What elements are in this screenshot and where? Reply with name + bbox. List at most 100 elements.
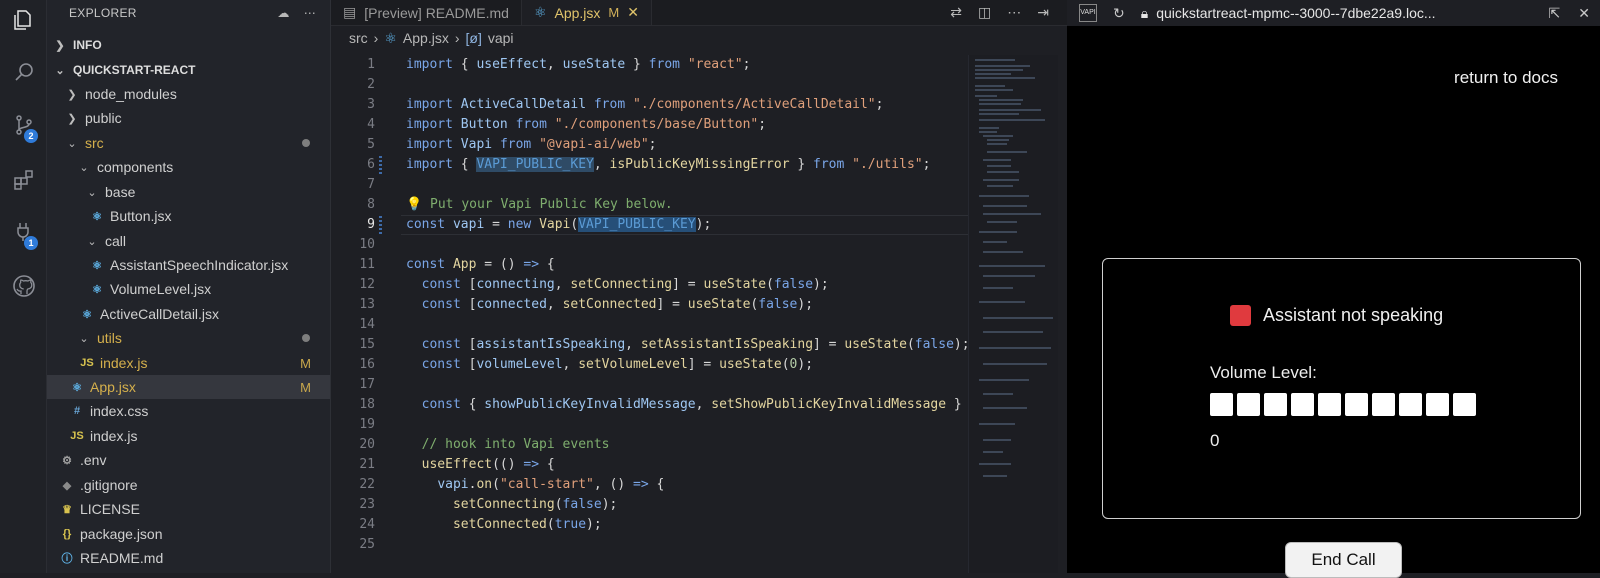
close-icon[interactable]: ✕ [627,4,639,21]
symbol-icon: [ø] [465,30,482,46]
line-number: 6 [367,157,375,172]
chevron-right-icon: ❯ [67,88,77,101]
code-view[interactable]: 1 2 3 4 5 6 7 8 9 10 11 12 13 14 15 16 1… [331,55,981,573]
react-file-icon: ⚛ [72,381,82,394]
activity-bar: 2 1 [0,0,47,573]
tree-item-package-json[interactable]: {} package.json [47,522,330,546]
close-icon[interactable]: ✕ [1578,5,1590,22]
speaking-status-square [1230,305,1251,326]
line-number: 15 [359,337,375,352]
breadcrumb-symbol[interactable]: vapi [488,30,514,46]
chevron-down-icon: ⌄ [79,161,89,174]
code-line: 💡 Put your Vapi Public Key below. [406,197,673,212]
line-number: 19 [359,417,375,432]
line-number: 4 [367,117,375,132]
tree-item-active-call-detail[interactable]: ⚛ ActiveCallDetail.jsx [47,302,330,326]
line-number: 16 [359,357,375,372]
css-file-icon: # [73,405,81,417]
js-file-icon: JS [70,430,84,442]
tree-item-utils-index-js[interactable]: JS index.js M [47,351,330,375]
more-actions-icon[interactable]: ⋯ [1007,4,1021,21]
cloud-upload-icon[interactable]: ☁ [277,6,289,20]
tree-item-call[interactable]: ⌄ call [47,229,330,253]
editor-area: ▤ [Preview] README.md ⚛ App.jsx M ✕ ⇄ ◫ … [331,0,1067,573]
tree-item-public[interactable]: ❯ public [47,106,330,130]
chevron-down-icon: ⌄ [55,64,65,77]
split-editor-icon[interactable]: ◫ [978,4,991,21]
tree-item-license[interactable]: ♛ LICENSE [47,497,330,521]
line-number: 8 [367,197,375,212]
line-number: 12 [359,277,375,292]
tree-item-base[interactable]: ⌄ base [47,180,330,204]
tree-item-app-jsx[interactable]: ⚛ App.jsx M [47,375,330,399]
tree-item-readme[interactable]: ⓘ README.md [47,546,330,570]
tree-item-label: index.js [100,355,148,371]
tree-item-env[interactable]: ⚙ .env [47,448,330,472]
open-external-icon[interactable]: ⇱ [1549,5,1561,22]
line-number: 23 [359,497,375,512]
chevron-right-icon: › [454,30,460,46]
minimap[interactable] [968,55,1058,573]
line-number: 22 [359,477,375,492]
section-project[interactable]: ⌄ QUICKSTART-REACT [47,58,330,82]
code-line: import Vapi from "@vapi-ai/web"; [406,137,657,152]
tree-item-components[interactable]: ⌄ components [47,155,330,179]
breadcrumb-src[interactable]: src [349,30,368,46]
line-number: 2 [367,77,375,92]
tree-item-volume-level[interactable]: ⚛ VolumeLevel.jsx [47,277,330,301]
address-url: quickstartreact-mpmc--3000--7dbe22a9.loc… [1156,5,1436,21]
chevron-right-icon: ❯ [55,39,65,52]
line-number: 5 [367,137,375,152]
breadcrumb-file[interactable]: App.jsx [403,30,449,46]
reload-icon[interactable]: ↻ [1113,5,1125,22]
tree-item-gitignore[interactable]: ◆ .gitignore [47,473,330,497]
volume-label: Volume Level: [1210,363,1317,382]
line-number: 3 [367,97,375,112]
address-bar[interactable]: 🔒︎ quickstartreact-mpmc--3000--7dbe22a9.… [1141,5,1533,22]
section-info[interactable]: ❯ INFO [47,33,330,57]
react-file-icon: ⚛ [92,283,102,296]
react-file-icon: ⚛ [92,210,102,223]
tab-readme-preview[interactable]: ▤ [Preview] README.md [331,0,522,25]
source-control-badge: 2 [24,129,38,143]
volume-bar [1399,393,1422,416]
volume-bar [1345,393,1368,416]
tree-item-utils[interactable]: ⌄ utils [47,326,330,350]
gutter-change-marker [379,156,382,174]
line-number: 7 [367,177,375,192]
more-actions-icon[interactable]: ⋯ [304,6,316,20]
tab-app-jsx[interactable]: ⚛ App.jsx M ✕ [521,0,652,25]
tree-item-node-modules[interactable]: ❯ node_modules [47,82,330,106]
compare-changes-icon[interactable]: ⇄ [950,4,962,21]
extensions-icon[interactable] [0,160,47,200]
volume-bar [1237,393,1260,416]
tree-item-label: components [97,159,174,175]
search-icon[interactable] [0,52,47,92]
explorer-icon[interactable] [0,0,47,40]
tree-item-assistant-speech-indicator[interactable]: ⚛ AssistantSpeechIndicator.jsx [47,253,330,277]
toggle-panel-icon[interactable]: ⇥ [1037,4,1049,21]
return-to-docs-link[interactable]: return to docs [1454,68,1558,88]
tree-item-label: Button.jsx [110,208,172,224]
breadcrumb: src › ⚛ App.jsx › [ø] vapi [331,26,1067,50]
tree-item-label: src [85,135,104,151]
modified-dot [302,139,310,147]
chevron-down-icon: ⌄ [67,137,77,150]
tree-item-index-css[interactable]: # index.css [47,399,330,423]
explorer-sidebar: EXPLORER ☁ ⋯ ❯ INFO ⌄ QUICKSTART-REACT ❯ no… [47,0,331,573]
tree-item-label: ActiveCallDetail.jsx [100,306,220,322]
volume-bar [1264,393,1287,416]
github-icon[interactable] [0,266,47,306]
editor-tabs: ▤ [Preview] README.md ⚛ App.jsx M ✕ ⇄ ◫ … [331,0,1067,26]
vapi-favicon-icon: VAPI [1079,4,1097,22]
remote-plug-icon[interactable]: 1 [0,212,47,252]
browser-preview: VAPI ↻ 🔒︎ quickstartreact-mpmc--3000--7d… [1067,0,1600,578]
tree-item-button-jsx[interactable]: ⚛ Button.jsx [47,204,330,228]
source-control-icon[interactable]: 2 [0,105,47,145]
tree-item-src[interactable]: ⌄ src [47,131,330,155]
tree-item-label: base [105,184,136,200]
tree-item-index-js[interactable]: JS index.js [47,424,330,448]
tree-item-label: .gitignore [80,477,138,493]
chevron-right-icon: ❯ [67,112,77,125]
chevron-down-icon: ⌄ [87,186,97,199]
